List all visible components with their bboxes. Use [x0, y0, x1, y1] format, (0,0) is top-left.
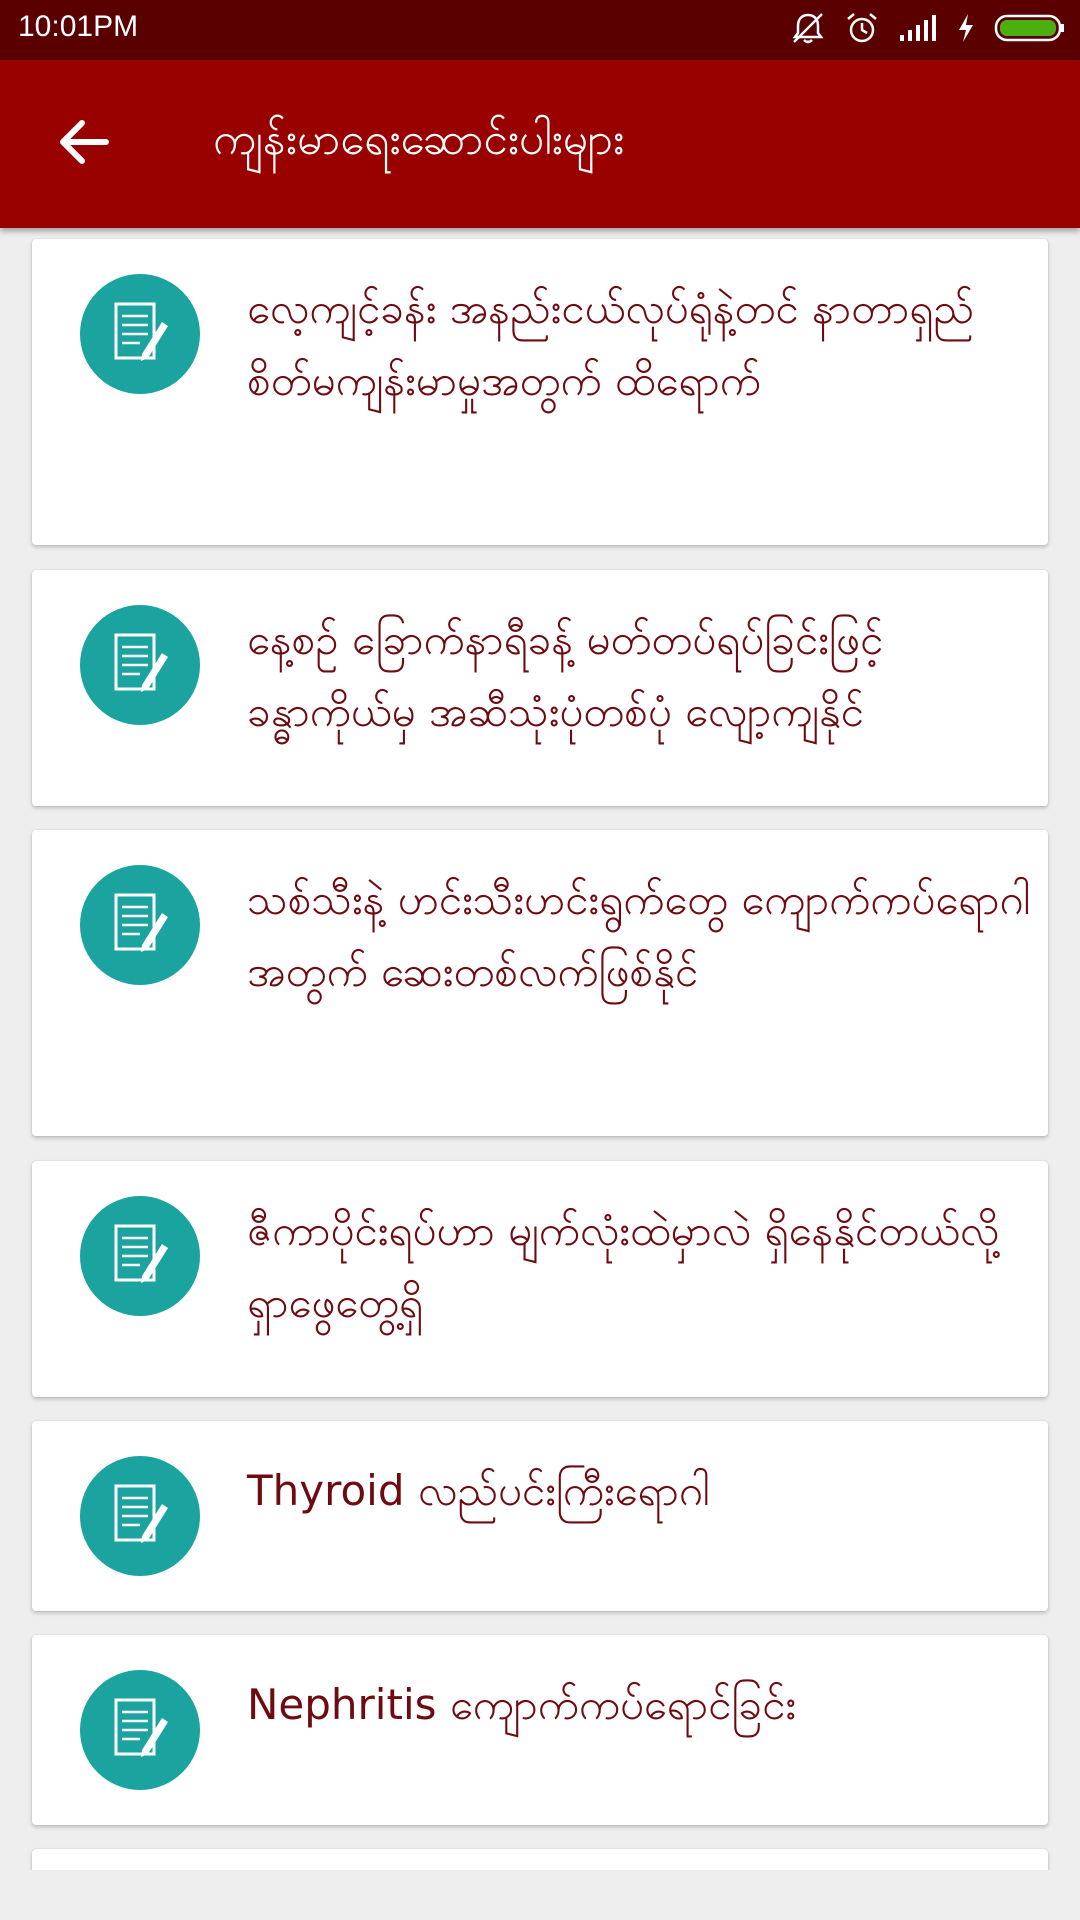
article-title: နေ့စဉ် ခြောက်နာရီခန့် မတ်တပ်ရပ်ခြင်းဖြင့…	[247, 615, 884, 736]
article-card-partial[interactable]	[32, 1849, 1048, 1870]
article-title: သစ်သီးနဲ့ ဟင်းသီးဟင်းရွက်တွေ ကျောက်ကပ်ရေ…	[247, 875, 1031, 996]
article-card[interactable]: နေ့စဉ် ခြောက်နာရီခန့် မတ်တပ်ရပ်ခြင်းဖြင့…	[32, 570, 1048, 806]
article-list: လေ့ကျင့်ခန်း အနည်းငယ်လုပ်ရုံနဲ့တင် နာတာရ…	[0, 228, 1080, 1870]
alarm-icon	[844, 10, 880, 50]
arrow-back-icon	[56, 117, 112, 171]
bottom-spacer	[0, 1870, 1080, 1920]
article-card[interactable]: Nephritis ကျောက်ကပ်ရောင်ခြင်း	[32, 1635, 1048, 1825]
document-edit-icon	[80, 1670, 200, 1790]
document-edit-icon	[80, 865, 200, 985]
article-title: လေ့ကျင့်ခန်း အနည်းငယ်လုပ်ရုံနဲ့တင် နာတာရ…	[247, 284, 974, 405]
status-icons	[790, 10, 1066, 50]
battery-icon	[994, 13, 1066, 47]
charging-icon	[956, 12, 976, 48]
document-edit-icon	[80, 1196, 200, 1316]
article-title: ဇီကာပိုင်းရပ်ဟာ မျက်လုံးထဲမှာလဲ ရှိနေနို…	[247, 1206, 1000, 1327]
signal-icon	[898, 13, 938, 47]
document-edit-icon	[80, 605, 200, 725]
article-title: Nephritis ကျောက်ကပ်ရောင်ခြင်း	[247, 1680, 796, 1729]
back-button[interactable]	[40, 104, 128, 184]
page-title: ကျန်းမာရေးဆောင်းပါးများ	[213, 114, 625, 165]
mute-icon	[790, 11, 826, 49]
status-bar: 10:01PM	[0, 0, 1080, 60]
app-bar: ကျန်းမာရေးဆောင်းပါးများ	[0, 60, 1080, 228]
article-card[interactable]: Thyroid လည်ပင်းကြီးရောဂါ	[32, 1421, 1048, 1611]
document-edit-icon	[80, 274, 200, 394]
article-card[interactable]: လေ့ကျင့်ခန်း အနည်းငယ်လုပ်ရုံနဲ့တင် နာတာရ…	[32, 239, 1048, 545]
document-edit-icon	[80, 1456, 200, 1576]
article-card[interactable]: ဇီကာပိုင်းရပ်ဟာ မျက်လုံးထဲမှာလဲ ရှိနေနို…	[32, 1161, 1048, 1397]
status-time: 10:01PM	[18, 10, 139, 43]
article-title: Thyroid လည်ပင်းကြီးရောဂါ	[247, 1466, 711, 1515]
article-card[interactable]: သစ်သီးနဲ့ ဟင်းသီးဟင်းရွက်တွေ ကျောက်ကပ်ရေ…	[32, 830, 1048, 1136]
